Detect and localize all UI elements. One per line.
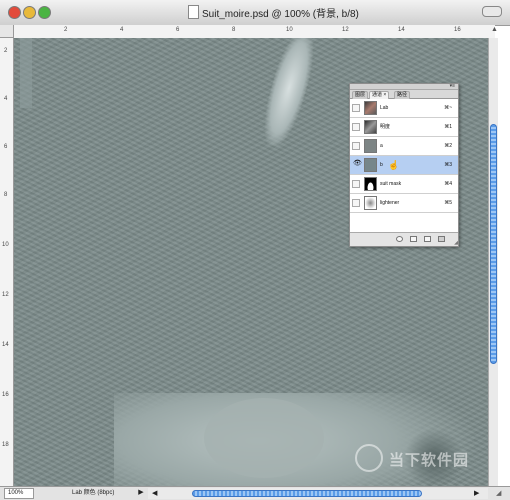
visibility-toggle[interactable] <box>352 199 360 207</box>
channel-thumbnail <box>364 120 377 134</box>
panel-tabs: 图层 通道 × 路径 <box>350 90 458 99</box>
new-channel-button[interactable] <box>424 236 431 242</box>
ruler-tick: 12 <box>2 292 9 298</box>
panel-menu-icon[interactable]: ▾≡ <box>450 84 455 89</box>
channel-row-suit-mask[interactable]: suit mask ⌘4 <box>350 175 458 194</box>
channel-row-lightener[interactable]: lightener ⌘5 <box>350 194 458 213</box>
toolbar-toggle-button[interactable] <box>482 6 502 17</box>
ruler-tick: 2 <box>64 27 68 33</box>
delete-channel-button[interactable] <box>438 236 445 242</box>
document-icon <box>188 5 199 19</box>
channel-row-lab[interactable]: Lab ⌘~ <box>350 99 458 118</box>
channel-name: 明度 <box>380 124 391 130</box>
channel-thumbnail <box>364 196 377 210</box>
ruler-tick: 8 <box>232 27 236 33</box>
ruler-tick: 14 <box>398 27 405 33</box>
channel-shortcut: ⌘2 <box>444 143 452 149</box>
tab-channels[interactable]: 通道 × <box>369 91 390 99</box>
load-selection-button[interactable] <box>396 236 403 242</box>
visibility-toggle[interactable] <box>352 123 360 131</box>
ruler-tick: 10 <box>2 242 9 248</box>
zoom-window-button[interactable] <box>38 6 51 19</box>
status-menu-icon[interactable]: ▶ <box>136 488 146 498</box>
tab-layers[interactable]: 图层 <box>352 91 369 99</box>
scroll-up-icon[interactable]: ▲ <box>491 26 498 33</box>
channel-name: b <box>380 162 383 168</box>
channel-shortcut: ⌘3 <box>444 162 452 168</box>
panel-footer: ◢ <box>350 232 458 246</box>
channel-list: Lab ⌘~ 明度 ⌘1 a ⌘2 👁 b ☝ ⌘3 suit mask ⌘4 <box>350 99 458 232</box>
channel-shortcut: ⌘~ <box>444 105 452 111</box>
channel-row-lightness[interactable]: 明度 ⌘1 <box>350 118 458 137</box>
ruler-tick: 18 <box>2 442 9 448</box>
channel-thumbnail <box>364 177 377 191</box>
visibility-toggle[interactable] <box>352 180 360 188</box>
channel-name: a <box>380 143 383 149</box>
hand-cursor-icon: ☝ <box>388 160 400 170</box>
visibility-toggle[interactable] <box>352 104 360 112</box>
channel-shortcut: ⌘4 <box>444 181 452 187</box>
horizontal-scrollbar[interactable] <box>148 488 488 499</box>
scroll-left-icon[interactable]: ◀ <box>152 489 157 497</box>
scroll-right-icon[interactable]: ▶ <box>474 489 479 497</box>
ruler-tick: 10 <box>286 27 293 33</box>
status-bar: 100% Lab 颜色 (8bpc) ▶ ◀ ▶ ◢ <box>0 486 510 500</box>
minimize-window-button[interactable] <box>23 6 36 19</box>
channel-name: Lab <box>380 105 389 111</box>
window-titlebar[interactable]: Suit_moire.psd @ 100% (背景, b/8) <box>0 0 510 26</box>
ruler-tick: 6 <box>176 27 180 33</box>
ruler-tick: 8 <box>4 192 8 198</box>
channels-panel: ▾≡ 图层 通道 × 路径 Lab ⌘~ 明度 ⌘1 a ⌘2 👁 b ☝ ⌘3… <box>349 83 459 247</box>
channel-shortcut: ⌘1 <box>444 124 452 130</box>
horizontal-ruler[interactable]: 2 4 6 8 10 12 14 16 <box>14 25 495 39</box>
window-title: Suit_moire.psd @ 100% (背景, b/8) <box>202 9 359 20</box>
save-selection-button[interactable] <box>410 236 417 242</box>
channel-name: suit mask <box>380 181 402 187</box>
close-window-button[interactable] <box>8 6 21 19</box>
watermark-logo-icon <box>355 444 383 472</box>
resize-grip-icon[interactable]: ◢ <box>454 240 458 246</box>
canvas-highlight-region <box>256 38 322 151</box>
channel-name: lightener <box>380 200 400 206</box>
ruler-tick: 14 <box>2 342 9 348</box>
document-info: Lab 颜色 (8bpc) <box>72 490 115 496</box>
ruler-tick: 12 <box>342 27 349 33</box>
ruler-tick: 16 <box>2 392 9 398</box>
ruler-origin[interactable] <box>0 25 14 38</box>
ruler-tick: 2 <box>4 48 8 54</box>
horizontal-scroll-thumb[interactable] <box>192 490 422 497</box>
vertical-scroll-thumb[interactable] <box>490 124 497 364</box>
zoom-level-field[interactable]: 100% <box>4 488 34 499</box>
channel-thumbnail <box>364 139 377 153</box>
channel-row-b[interactable]: 👁 b ☝ ⌘3 <box>350 156 458 175</box>
canvas-collar-region <box>204 398 324 478</box>
window-resize-icon[interactable]: ◢ <box>496 489 501 497</box>
channel-row-a[interactable]: a ⌘2 <box>350 137 458 156</box>
vertical-ruler[interactable]: 2 4 6 8 10 12 14 16 18 <box>0 38 14 486</box>
visibility-toggle[interactable] <box>352 142 360 150</box>
canvas-region <box>20 38 32 108</box>
watermark: 当下软件园 <box>355 444 505 474</box>
ruler-tick: 16 <box>454 27 461 33</box>
channel-thumbnail <box>364 101 377 115</box>
ruler-tick: 6 <box>4 144 8 150</box>
watermark-text: 当下软件园 <box>389 452 470 469</box>
eye-icon[interactable]: 👁 <box>353 160 362 168</box>
ruler-tick: 4 <box>120 27 124 33</box>
tab-paths[interactable]: 路径 <box>394 91 411 99</box>
channel-shortcut: ⌘5 <box>444 200 452 206</box>
channel-thumbnail <box>364 158 377 172</box>
vertical-scrollbar[interactable] <box>488 38 498 486</box>
ruler-tick: 4 <box>4 96 8 102</box>
